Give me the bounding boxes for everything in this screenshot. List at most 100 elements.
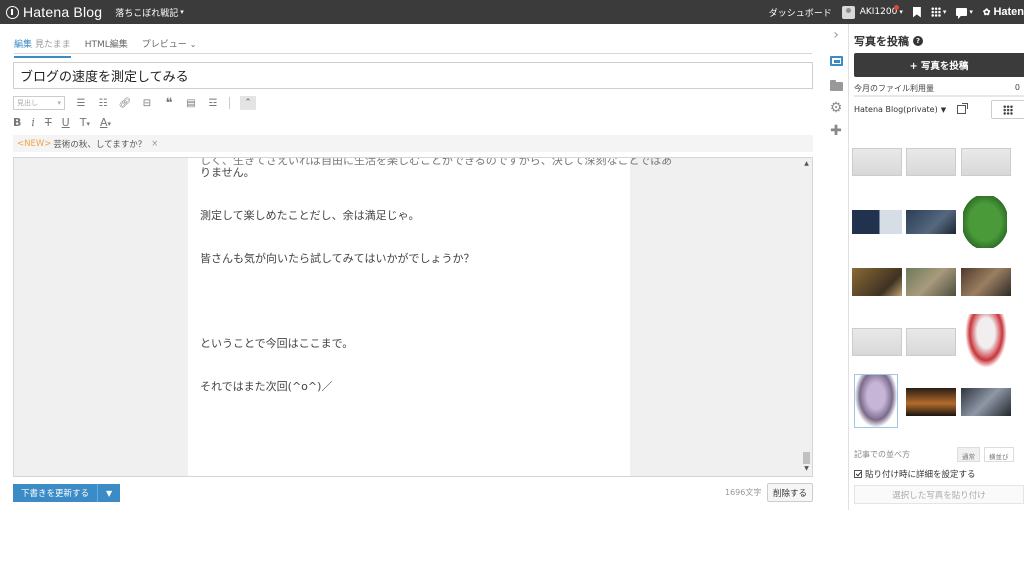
sort-option-horizontal[interactable]: 横並び <box>984 447 1014 462</box>
caret-down-icon: ▾ <box>969 8 973 16</box>
scroll-thumb[interactable] <box>803 452 810 464</box>
post-photo-button[interactable]: + 写真を投稿 <box>854 53 1024 77</box>
update-draft-button[interactable]: 下書きを更新する <box>13 484 99 502</box>
file-usage: 今月のファイル利用量 0 <box>854 83 1020 94</box>
album-select[interactable]: Hatena Blog(private) ▼ <box>854 102 969 117</box>
photo-grid <box>849 124 1024 436</box>
photo-thumbnail[interactable] <box>963 196 1007 248</box>
numbered-list-icon[interactable]: ☷ <box>97 97 109 109</box>
detail-setting[interactable]: 貼り付け時に詳細を設定する <box>854 468 976 480</box>
photo-thumbnail[interactable] <box>906 328 956 356</box>
read-more-icon[interactable]: ☲ <box>207 97 219 109</box>
tab-wysiwyg-sub: 見たまま <box>35 40 71 50</box>
sort-setting: 記事での並べ方 通常 横並び <box>854 447 1024 462</box>
photo-thumbnail[interactable] <box>965 314 1007 368</box>
gear-icon[interactable]: ⚙ <box>829 100 843 116</box>
photo-thumbnail[interactable] <box>961 388 1011 416</box>
suggestion-link[interactable]: 芸術の秋、してますか？ <box>53 138 146 150</box>
panel-title: 写真を投稿 ? <box>854 33 923 49</box>
photo-icon <box>829 56 843 66</box>
editor-body[interactable]: しく、生きてさえいれば自由に生活を楽しむことができるのですから、決して深刻なこと… <box>13 157 813 477</box>
heading-select-label: 見出し <box>17 99 38 107</box>
photo-panel-icon[interactable] <box>829 54 843 68</box>
underline-button[interactable]: U <box>62 116 70 129</box>
detail-checkbox[interactable] <box>854 470 862 478</box>
horizontal-rule-icon[interactable]: ⊟ <box>141 97 153 109</box>
caret-down-icon: ▾ <box>57 99 61 107</box>
hatena-blog-logo[interactable]: Hatena Blog <box>6 4 102 20</box>
photo-thumbnail[interactable] <box>961 148 1011 176</box>
delete-button[interactable]: 削除する <box>767 483 813 502</box>
photo-thumbnail[interactable] <box>906 148 956 176</box>
close-suggestion-button[interactable]: × <box>151 139 158 149</box>
format-toolbar-1: 見出し ▾ ☰ ☷ 🔗︎ ⊟ ❝ ▤ ☲ ⌃ <box>13 95 256 111</box>
link-icon[interactable]: 🔗︎ <box>119 97 132 109</box>
scroll-down-icon[interactable]: ▼ <box>801 465 812 474</box>
photo-thumbnail[interactable] <box>852 148 902 176</box>
user-name: AKI1200 <box>859 7 898 17</box>
blog-name: 落ちこぼれ戦記 <box>115 8 179 19</box>
quote-icon[interactable]: ❝ <box>163 96 175 111</box>
sort-option-normal[interactable]: 通常 <box>957 447 980 462</box>
toolbar-separator <box>229 97 230 109</box>
comment-icon <box>956 8 968 19</box>
collapse-toolbar-button[interactable]: ⌃ <box>240 96 256 110</box>
paste-selected-button[interactable]: 選択した写真を貼り付け <box>854 485 1024 504</box>
body-line: 測定して楽しめたことだし、余は満足じゃ。 <box>200 209 420 222</box>
font-size-button[interactable]: T▾ <box>80 116 90 129</box>
heading-select[interactable]: 見出し ▾ <box>13 96 65 110</box>
italic-button[interactable]: i <box>31 116 35 129</box>
tab-html-label: HTML編集 <box>84 40 128 50</box>
tab-wysiwyg-label: 編集 <box>14 40 33 50</box>
collapse-panel-icon[interactable]: › <box>829 27 843 43</box>
blog-switcher[interactable]: 落ちこぼれ戦記 ▾ <box>115 6 184 19</box>
sort-label: 記事での並べ方 <box>854 450 910 459</box>
photo-thumbnail[interactable] <box>852 328 902 356</box>
new-badge: <NEW> <box>17 138 52 149</box>
bookmark-button[interactable] <box>912 6 921 18</box>
editor-document[interactable]: しく、生きてさえいれば自由に生活を楽しむことができるのですから、決して深刻なこと… <box>188 158 672 476</box>
detail-label: 貼り付け時に詳細を設定する <box>865 470 976 480</box>
panel-title-text: 写真を投稿 <box>854 35 909 48</box>
scroll-up-icon[interactable]: ▲ <box>801 160 812 169</box>
character-count: 1696文字 <box>725 488 762 497</box>
strikethrough-button[interactable]: T <box>45 116 52 129</box>
chevron-down-icon: ▼ <box>105 488 113 498</box>
photo-thumbnail[interactable] <box>906 268 956 296</box>
photo-thumbnail[interactable] <box>961 268 1011 296</box>
text-color-button[interactable]: A▾ <box>100 116 111 129</box>
bullet-list-icon[interactable]: ☰ <box>75 97 87 109</box>
notifications-menu[interactable]: ▾ <box>956 8 973 19</box>
save-options-button[interactable]: ▼ <box>98 484 120 502</box>
format-toolbar-2: B i T U T▾ A▾ <box>13 114 111 130</box>
header-right: ダッシュボード AKI1200 ▾ ▾ ▾ ✿ Haten <box>769 0 1024 24</box>
tab-wysiwyg[interactable]: 編集 見たまま <box>14 37 71 58</box>
photo-thumbnail[interactable] <box>906 388 956 416</box>
editor-mode-tabs: 編集 見たまま HTML編集 プレビュー ⌄ <box>14 37 196 58</box>
apps-menu[interactable]: ▾ <box>930 7 946 17</box>
photo-thumbnail[interactable] <box>852 210 902 234</box>
grid-icon <box>930 7 941 17</box>
title-input[interactable] <box>13 62 813 89</box>
photo-thumbnail[interactable] <box>906 210 956 234</box>
body-line: ということで今回はここまで。 <box>200 337 354 350</box>
editor-scrollbar[interactable]: ▲ ▼ <box>801 158 812 476</box>
tab-preview[interactable]: プレビュー ⌄ <box>142 37 197 58</box>
photo-thumbnail[interactable] <box>854 374 898 428</box>
folder-panel-icon[interactable] <box>829 79 843 93</box>
tabs-divider <box>14 53 812 54</box>
photo-thumbnail[interactable] <box>852 268 902 296</box>
tab-html[interactable]: HTML編集 <box>85 37 128 58</box>
table-icon[interactable]: ▤ <box>185 97 197 109</box>
save-draft-group: 下書きを更新する ▼ <box>13 484 121 502</box>
plus-icon[interactable]: ✚ <box>829 123 843 139</box>
external-link-icon[interactable] <box>957 103 969 114</box>
caret-down-icon: ▾ <box>180 8 184 16</box>
grid-view-button[interactable] <box>991 100 1024 119</box>
dashboard-link[interactable]: ダッシュボード <box>769 6 832 19</box>
hatena-menu[interactable]: ✿ Haten <box>983 6 1024 18</box>
help-icon[interactable]: ? <box>913 36 923 46</box>
bold-button[interactable]: B <box>13 116 21 129</box>
bookmark-icon <box>912 6 921 18</box>
brand-name: Hatena Blog <box>23 4 103 20</box>
